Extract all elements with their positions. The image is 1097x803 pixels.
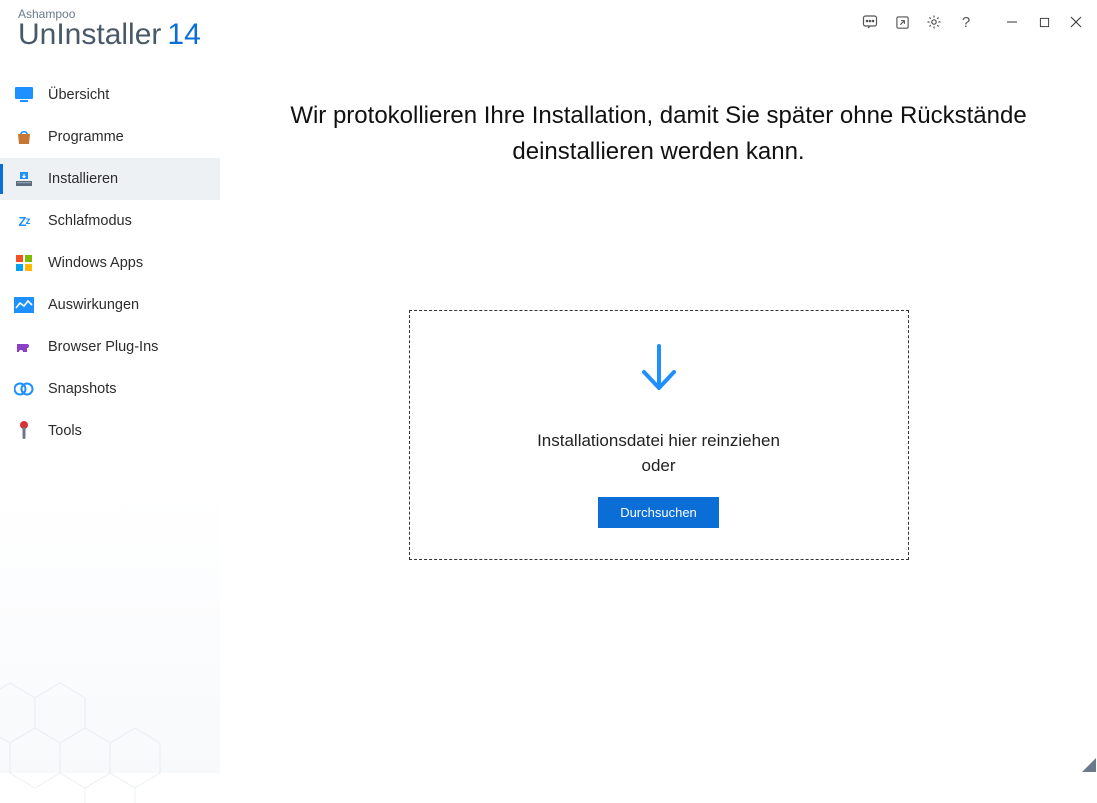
sidebar-item-impact[interactable]: Auswirkungen [0,284,220,326]
install-icon [14,169,34,189]
main-content: Wir protokollieren Ihre Installation, da… [220,62,1097,773]
snapshots-icon [14,379,34,399]
sidebar-item-label: Auswirkungen [48,297,139,313]
sidebar-item-tools[interactable]: Tools [0,410,220,452]
sidebar-item-install[interactable]: Installieren [0,158,220,200]
close-button[interactable] [1061,8,1091,36]
sidebar-item-winapps[interactable]: Windows Apps [0,242,220,284]
sidebar-item-sleep[interactable]: Zz Schlafmodus [0,200,220,242]
sidebar-item-label: Snapshots [48,381,117,397]
sidebar-item-label: Programme [48,129,124,145]
sidebar-item-programs[interactable]: Programme [0,116,220,158]
sidebar-item-overview[interactable]: Übersicht [0,74,220,116]
sidebar-item-label: Tools [48,423,82,439]
impact-icon [14,295,34,315]
brand-version: 14 [167,19,200,51]
drop-zone[interactable]: Installationsdatei hier reinziehen oder … [409,310,909,560]
sidebar: Übersicht Programme Installieren Zz Schl… [0,62,220,773]
sidebar-item-label: Windows Apps [48,255,143,271]
sidebar-item-label: Übersicht [48,87,109,103]
bag-icon [14,127,34,147]
dropzone-line2: oder [641,456,675,475]
sleep-icon: Zz [14,211,34,231]
maximize-button[interactable] [1029,8,1059,36]
plugin-icon [14,337,34,357]
dropzone-line1: Installationsdatei hier reinziehen [537,431,780,450]
brand-product-line: UnInstaller 14 [18,19,201,51]
app-body: Übersicht Programme Installieren Zz Schl… [0,62,1097,773]
sidebar-item-label: Installieren [48,171,118,187]
title-bar: Ashampoo UnInstaller 14 [0,0,1097,62]
tools-icon [14,421,34,441]
dropzone-text: Installationsdatei hier reinziehen oder [537,429,780,478]
minimize-button[interactable] [997,8,1027,36]
feedback-icon[interactable] [855,8,885,36]
sidebar-item-label: Browser Plug-Ins [48,339,158,355]
sidebar-item-label: Schlafmodus [48,213,132,229]
sidebar-item-snapshots[interactable]: Snapshots [0,368,220,410]
page-headline: Wir protokollieren Ihre Installation, da… [249,98,1069,170]
brand-product: UnInstaller [18,19,161,51]
help-icon[interactable]: ? [951,8,981,36]
window-controls: ? [855,8,1091,36]
sidebar-item-plugins[interactable]: Browser Plug-Ins [0,326,220,368]
arrow-down-icon [638,342,680,399]
hexagon-decoration [0,643,240,803]
app-brand: Ashampoo UnInstaller 14 [18,8,201,50]
resize-grip[interactable] [1082,758,1096,772]
gear-icon[interactable] [919,8,949,36]
monitor-icon [14,85,34,105]
windows-icon [14,253,34,273]
browse-button[interactable]: Durchsuchen [598,497,719,528]
share-icon[interactable] [887,8,917,36]
